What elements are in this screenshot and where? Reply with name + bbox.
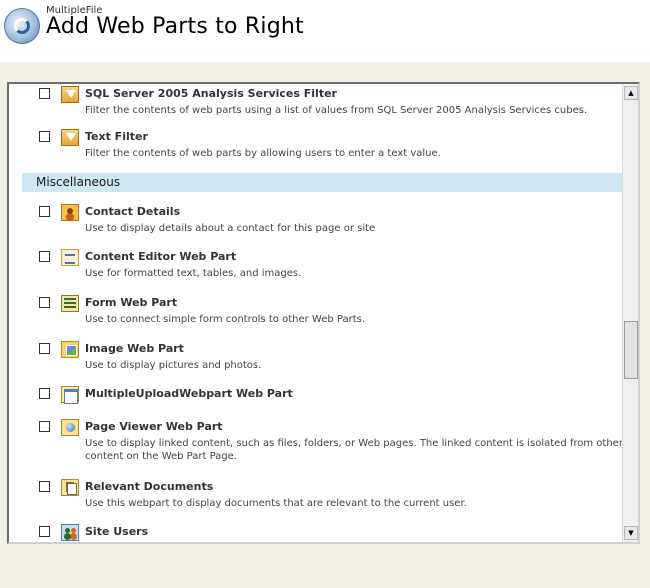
documents-icon [61,479,79,496]
web-part-checkbox[interactable] [39,297,50,308]
web-part-checkbox[interactable] [39,481,50,492]
web-part-description: Filter the contents of web parts using a… [85,105,588,116]
web-part-description: Use to display pictures and photos. [85,360,262,371]
page-header: MultipleFile Add Web Parts to Right [0,0,650,62]
web-part-description: Use for formatted text, tables, and imag… [85,268,302,279]
category-header-miscellaneous: Miscellaneous [22,173,624,192]
scroll-up-button[interactable]: ▲ [624,86,638,100]
category-label: Miscellaneous [36,175,121,189]
vertical-scrollbar[interactable]: ▲ ▼ [622,84,638,542]
web-part-title: Relevant Documents [85,480,214,493]
filter-icon [61,86,79,103]
image-icon [61,341,79,358]
web-part-title: Page Viewer Web Part [85,420,223,433]
contact-icon [61,204,79,221]
web-part-checkbox[interactable] [39,526,50,537]
web-part-checkbox[interactable] [39,88,50,99]
filter-icon [61,129,79,146]
web-part-description: Use this webpart to display documents th… [85,498,467,509]
scroll-down-button[interactable]: ▼ [624,526,638,540]
form-icon [61,295,79,312]
web-part-checkbox[interactable] [39,421,50,432]
site-logo-icon[interactable] [4,8,40,44]
web-part-checkbox[interactable] [39,131,50,142]
page-viewer-icon [61,419,79,436]
web-part-title: MultipleUploadWebpart Web Part [85,387,293,400]
web-part-title: Content Editor Web Part [85,250,237,263]
site-users-icon [61,524,79,541]
web-part-list: SQL Server 2005 Analysis Services Filter… [9,84,624,542]
web-part-checkbox[interactable] [39,251,50,262]
web-part-checkbox[interactable] [39,343,50,354]
web-part-checkbox[interactable] [39,206,50,217]
scrollbar-thumb[interactable] [624,321,638,379]
web-part-description: Use to display details about a contact f… [85,223,376,234]
page-title: Add Web Parts to Right [46,14,304,39]
web-part-title: Form Web Part [85,296,178,309]
web-part-title: Site Users [85,525,149,538]
web-part-description: Use to connect simple form controls to o… [85,314,365,325]
web-part-list-panel: SQL Server 2005 Analysis Services Filter… [7,82,640,544]
web-part-title: Image Web Part [85,342,184,355]
web-part-title: Contact Details [85,205,181,218]
web-part-icon [61,386,79,404]
web-part-title: Text Filter [85,130,148,143]
content-editor-icon [61,249,79,266]
web-part-checkbox[interactable] [39,388,50,399]
web-part-description: Use to display linked content, such as f… [85,438,623,462]
web-part-title: SQL Server 2005 Analysis Services Filter [85,87,337,100]
web-part-description: Filter the contents of web parts by allo… [85,148,441,159]
